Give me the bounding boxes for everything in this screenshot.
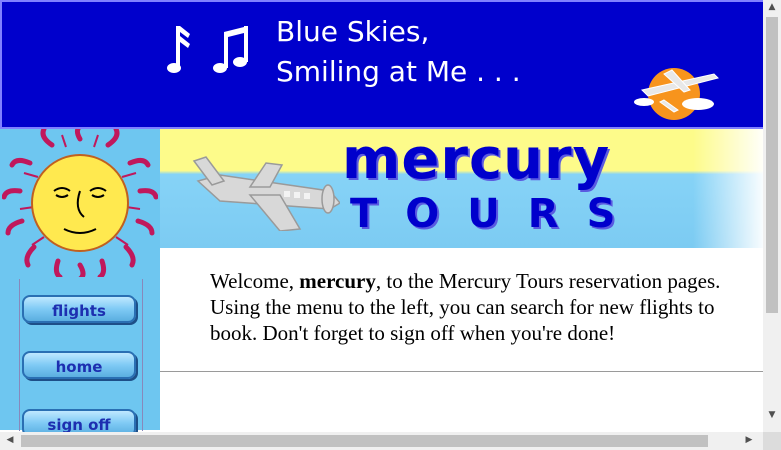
mercury-tours-header: mercury TOURS: [160, 129, 763, 248]
plane-sun-logo: [634, 68, 719, 120]
username: mercury: [299, 269, 376, 293]
sun-face-icon: [2, 129, 158, 277]
scroll-down-icon[interactable]: ▼: [763, 410, 781, 420]
welcome-panel: Welcome, mercury, to the Mercury Tours r…: [160, 248, 763, 372]
top-banner: Blue Skies, Smiling at Me . . .: [0, 0, 763, 129]
scroll-left-icon[interactable]: ◀: [4, 435, 16, 445]
horizontal-scrollbar[interactable]: ◀ ▶: [0, 432, 781, 450]
scroll-right-icon[interactable]: ▶: [743, 435, 755, 445]
tours-subtitle: TOURS: [350, 191, 644, 237]
flights-button[interactable]: flights: [22, 295, 136, 323]
horizontal-scroll-thumb[interactable]: [21, 435, 708, 447]
vertical-scrollbar[interactable]: ▲ ▼: [763, 0, 781, 432]
welcome-message: Welcome, mercury, to the Mercury Tours r…: [210, 269, 721, 345]
scroll-up-icon[interactable]: ▲: [763, 2, 781, 12]
banner-tagline: Blue Skies, Smiling at Me . . .: [276, 15, 521, 88]
vertical-scroll-thumb[interactable]: [766, 17, 778, 313]
music-notes-icon: [167, 26, 248, 73]
airplane-icon: [192, 156, 340, 231]
home-button[interactable]: home: [22, 351, 136, 379]
scrollbar-corner: [763, 432, 781, 450]
mercury-title: mercury: [342, 129, 611, 192]
left-sidebar: [0, 129, 160, 431]
